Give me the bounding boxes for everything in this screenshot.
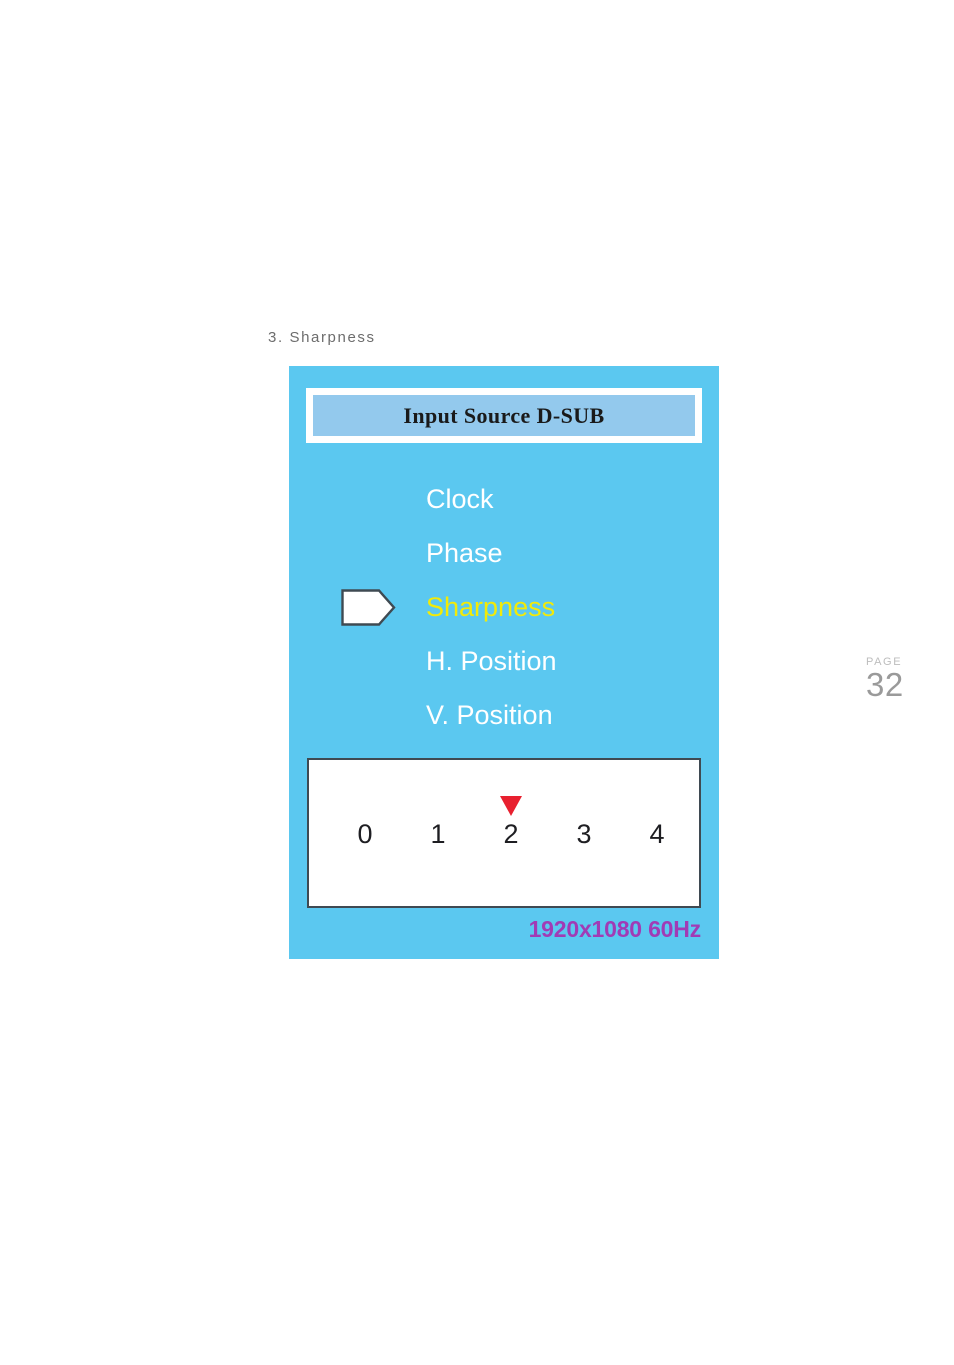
- osd-menu-item-clock[interactable]: Clock: [289, 472, 719, 526]
- osd-menu-item-label: Phase: [426, 537, 503, 568]
- osd-titlebar: Input Source D-SUB: [306, 388, 702, 443]
- figure-caption: 3. Sharpness: [268, 329, 376, 346]
- page-marker: PAGE 32: [866, 656, 936, 703]
- page-marker-number: 32: [866, 666, 904, 704]
- scale-tick[interactable]: 3: [564, 819, 604, 850]
- osd-menu-item-phase[interactable]: Phase: [289, 526, 719, 580]
- scale-tick[interactable]: 1: [418, 819, 458, 850]
- osd-menu-item-label: Clock: [426, 483, 494, 514]
- scale-tick[interactable]: 0: [345, 819, 385, 850]
- scale-tick[interactable]: 4: [637, 819, 677, 850]
- osd-title-text: Input Source D-SUB: [403, 402, 605, 428]
- osd-menu-item-label: H. Position: [426, 645, 557, 676]
- osd-menu-item-h-position[interactable]: H. Position: [289, 634, 719, 688]
- osd-titlebar-inner: Input Source D-SUB: [313, 395, 695, 436]
- osd-menu-item-label: V. Position: [426, 699, 553, 730]
- value-scale: 0 1 2 3 4: [309, 819, 699, 860]
- osd-value-panel[interactable]: 0 1 2 3 4: [307, 758, 701, 908]
- value-marker-triangle-icon: [500, 796, 522, 816]
- osd-menu-item-label: Sharpness: [426, 591, 556, 622]
- scale-tick[interactable]: 2: [491, 819, 531, 850]
- osd-menu-list: Clock Phase Sharpness H. Position V. Pos…: [289, 472, 719, 742]
- selection-pointer-icon: [341, 588, 396, 626]
- value-marker-row: [309, 796, 699, 818]
- osd-screen: Input Source D-SUB Clock Phase Sharpness…: [289, 366, 719, 959]
- osd-menu-item-v-position[interactable]: V. Position: [289, 688, 719, 742]
- osd-menu-item-sharpness[interactable]: Sharpness: [289, 580, 719, 634]
- osd-resolution-text: 1920x1080 60Hz: [528, 916, 702, 942]
